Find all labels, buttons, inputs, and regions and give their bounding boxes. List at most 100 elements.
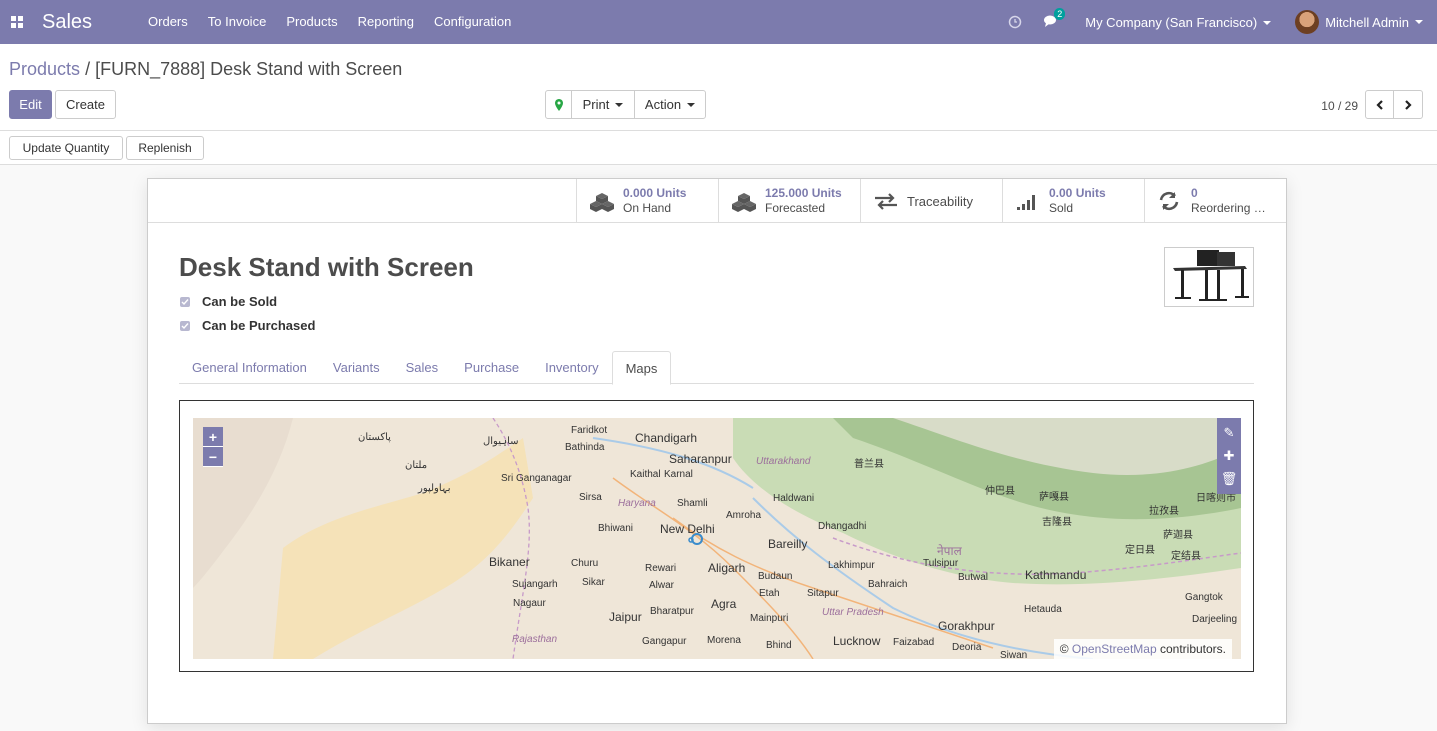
map-label-multan: ملتان [405, 460, 428, 471]
breadcrumb: Products / [FURN_7888] Desk Stand with S… [9, 59, 402, 80]
map-label-hetauda: Hetauda [1024, 604, 1062, 615]
map-label-haryana: Haryana [618, 498, 656, 509]
caret-down-icon [1263, 21, 1272, 26]
action-label: Action [644, 97, 682, 112]
map-label-dhangadhi: Dhangadhi [818, 521, 867, 532]
chevron-right-icon [1405, 99, 1412, 110]
messaging-chat-icon[interactable]: 2 [1043, 8, 1066, 30]
map-label-lucknow: Lucknow [833, 634, 881, 648]
menu-item-orders[interactable]: Orders [138, 0, 198, 44]
edit-button[interactable]: Edit [9, 90, 52, 119]
on-hand-smart-button[interactable]: 0.000 Units On Hand [576, 179, 718, 223]
apps-menu-icon[interactable] [0, 0, 34, 44]
menu-item-to-invoice[interactable]: To Invoice [198, 0, 277, 44]
on-hand-value: 0.000 Units [623, 186, 687, 200]
map-label-purang: 普兰县 [854, 459, 884, 470]
create-button[interactable]: Create [55, 90, 116, 119]
can-be-purchased-checkbox[interactable] [180, 320, 190, 331]
print-dropdown-button[interactable]: Print [571, 90, 635, 119]
map-label-uttarakhand: Uttarakhand [756, 456, 811, 467]
map-label-sakya: 萨迦县 [1163, 530, 1193, 541]
edit-icon[interactable]: ✎ [1224, 425, 1235, 441]
forecasted-smart-button[interactable]: 125.000 Units Forecasted [718, 179, 860, 223]
menu-item-products[interactable]: Products [276, 0, 347, 44]
map-label-saga: 萨嘎县 [1039, 492, 1069, 503]
openstreetmap-link[interactable]: OpenStreetMap [1072, 642, 1157, 656]
map-draw-tools: ✎ ✚ 🗑 [1217, 418, 1241, 494]
map-label-amroha: Amroha [726, 510, 762, 521]
attribution-suffix: contributors. [1159, 642, 1226, 656]
menu-item-reporting[interactable]: Reporting [348, 0, 424, 44]
map-label-kaithal: Kaithal [630, 469, 661, 480]
map-label-darjeeling: Darjeeling [1192, 614, 1238, 625]
map-label-lakhimpur: Lakhimpur [828, 560, 875, 571]
zoom-out-button[interactable]: − [203, 447, 223, 467]
map-label-tingri: 定日县 [1125, 545, 1155, 556]
map-view[interactable]: پاکستان ملتان بہاولپور ساہیوال Faridkot … [193, 418, 1241, 659]
reordering-smart-button[interactable]: 0 Reordering … [1144, 179, 1286, 223]
action-dropdown-button[interactable]: Action [634, 90, 706, 119]
map-label-kathmandu: Kathmandu [1025, 568, 1087, 582]
can-be-sold-label: Can be Sold [202, 294, 278, 309]
map-label-lhatse: 拉孜县 [1149, 506, 1179, 517]
company-name: My Company (San Francisco) [1085, 14, 1258, 30]
tab-variants[interactable]: Variants [320, 351, 393, 383]
traceability-label: Traceability [907, 193, 973, 209]
trash-icon[interactable]: 🗑 [1221, 471, 1238, 487]
add-icon[interactable]: ✚ [1224, 448, 1235, 464]
menu-item-configuration[interactable]: Configuration [424, 0, 521, 44]
can-be-purchased-row: Can be Purchased [180, 318, 315, 333]
map-label-sirsa: Sirsa [579, 492, 602, 503]
sold-smart-button[interactable]: 0.00 Units Sold [1002, 179, 1144, 223]
map-label-rajasthan: Rajasthan [512, 634, 558, 645]
map-label-saharanpur: Saharanpur [669, 452, 732, 466]
map-marker-icon [554, 98, 563, 111]
breadcrumb-separator: / [85, 59, 91, 79]
map-label-nagaur: Nagaur [513, 598, 546, 609]
tab-sales[interactable]: Sales [393, 351, 452, 383]
chat-count-badge: 2 [1054, 8, 1066, 20]
attribution-prefix: © [1059, 642, 1069, 656]
activity-clock-icon[interactable] [1007, 14, 1023, 30]
forecasted-label: Forecasted [765, 201, 826, 215]
signal-bars-icon [1017, 195, 1035, 210]
user-name: Mitchell Admin [1325, 14, 1409, 30]
map-label-haldwani: Haldwani [773, 493, 815, 504]
can-be-sold-row: Can be Sold [180, 294, 277, 309]
form-header: Update Quantity Replenish [0, 131, 1437, 165]
traceability-smart-button[interactable]: Traceability [860, 179, 1002, 223]
map-label-mainpuri: Mainpuri [750, 613, 789, 624]
company-switcher[interactable]: My Company (San Francisco) [1085, 14, 1272, 30]
replenish-button[interactable]: Replenish [126, 136, 204, 160]
tab-purchase[interactable]: Purchase [451, 351, 532, 383]
user-menu[interactable]: Mitchell Admin [1295, 10, 1423, 34]
zoom-in-button[interactable]: + [203, 427, 223, 447]
map-label-deoria: Deoria [952, 642, 982, 653]
map-label-etah: Etah [759, 588, 780, 599]
chevron-left-icon [1375, 99, 1383, 110]
tab-maps[interactable]: Maps [611, 351, 672, 385]
app-name[interactable]: Sales [42, 11, 92, 34]
map-marker-button[interactable] [545, 90, 572, 119]
map-label-churu: Churu [571, 558, 599, 569]
map-label-chandigarh: Chandigarh [635, 431, 698, 445]
pager-value[interactable]: 10 / 29 [1321, 99, 1358, 113]
tab-general-information[interactable]: General Information [179, 351, 320, 383]
print-label: Print [582, 97, 610, 112]
map-label-sitapur: Sitapur [807, 588, 839, 599]
update-quantity-button[interactable]: Update Quantity [9, 136, 123, 160]
cubes-icon [590, 193, 614, 212]
map-label-siwan: Siwan [1000, 650, 1028, 659]
pager-next-button[interactable] [1393, 90, 1423, 119]
map-label-bahraich: Bahraich [868, 579, 908, 590]
map-label-shamli: Shamli [677, 498, 708, 509]
pager-previous-button[interactable] [1365, 90, 1394, 119]
can-be-sold-checkbox[interactable] [180, 296, 190, 307]
map-label-gorakhpur: Gorakhpur [938, 619, 995, 633]
map-label-bikaner: Bikaner [489, 555, 530, 569]
breadcrumb-products-link[interactable]: Products [9, 59, 80, 79]
product-image[interactable] [1164, 247, 1254, 307]
map-label-bareilly: Bareilly [768, 537, 808, 551]
tab-inventory[interactable]: Inventory [532, 351, 611, 383]
map-label-sahiwal: ساہیوال [483, 436, 519, 447]
